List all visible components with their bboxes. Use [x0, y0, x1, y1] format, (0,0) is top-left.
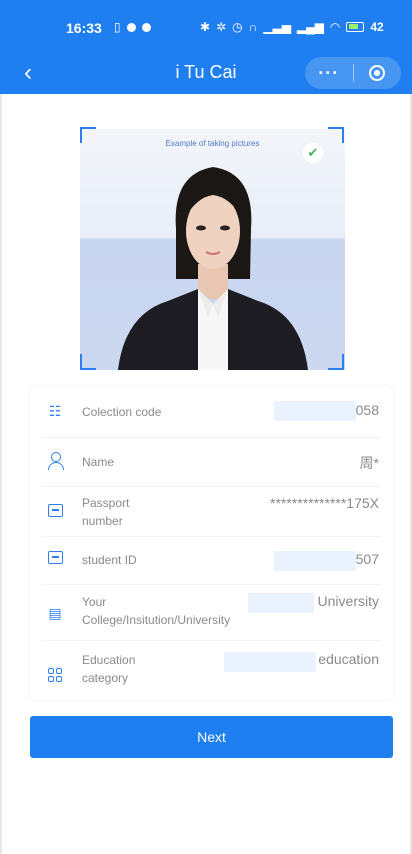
next-button[interactable]: Next	[30, 716, 393, 758]
redaction-mask	[224, 652, 316, 672]
info-label: Name	[82, 455, 115, 469]
notification-dot-icon	[126, 22, 136, 32]
hd-icon: ▯	[114, 20, 121, 34]
info-row-education: Education category education	[42, 641, 381, 697]
info-row-collection-code: ☷ Colection code 058	[42, 386, 381, 438]
close-button[interactable]	[353, 65, 401, 81]
info-row-student-id: student ID 507	[42, 537, 381, 585]
more-button[interactable]: ···	[305, 63, 353, 84]
notification-dot-icon	[141, 22, 151, 32]
status-notification-icons: ▯	[114, 20, 151, 34]
frame-corner	[80, 127, 96, 143]
redaction-mask	[248, 593, 314, 613]
battery-icon	[346, 22, 365, 32]
signal-icon: ▂▄▆	[296, 20, 324, 34]
category-grid-icon	[46, 661, 64, 682]
frame-corner	[328, 354, 344, 370]
id-card-icon	[46, 504, 64, 520]
redaction-mask	[274, 401, 356, 421]
mini-program-capsule: ···	[305, 57, 401, 89]
battery-percent: 42	[370, 20, 384, 34]
person-icon	[46, 452, 64, 471]
info-label: Colection code	[82, 405, 162, 419]
info-value: 507	[355, 551, 379, 567]
info-row-name: Name 周*	[42, 438, 381, 487]
info-card: ☷ Colection code 058 Name 周* Passport nu…	[30, 386, 393, 700]
target-icon	[369, 65, 386, 81]
info-label: Education category	[82, 653, 136, 685]
example-photo: Example of taking pictures ✔	[80, 129, 345, 370]
nfc-icon: ∩	[248, 20, 258, 34]
info-row-college: ▤ Your College/Insitution/University Uni…	[42, 585, 381, 641]
signal-icon: ▁▃▅	[263, 20, 291, 34]
wifi-icon: ◠	[329, 20, 341, 34]
info-label: Passport number	[82, 496, 130, 528]
info-value: University	[317, 593, 379, 609]
status-system-icons: ✱ ✲ ◷ ∩ ▁▃▅ ▂▄▆ ◠ 42	[200, 20, 384, 34]
status-bar: 16:33 ▯ ✱ ✲ ◷ ∩ ▁▃▅ ▂▄▆ ◠ 42	[0, 0, 412, 56]
barcode-icon: ☷	[48, 403, 62, 419]
more-dots-icon: ···	[318, 62, 340, 83]
frame-corner	[328, 127, 344, 143]
nav-bar: ‹ i Tu Cai ···	[0, 56, 412, 94]
bluetooth-icon: ✱	[200, 20, 211, 34]
student-id-icon	[46, 551, 64, 567]
building-icon: ▤	[48, 605, 62, 621]
status-time: 16:33	[66, 20, 102, 36]
info-label: student ID	[82, 553, 137, 567]
alarm-icon: ◷	[232, 20, 243, 34]
info-row-passport: Passport number **************175X	[42, 487, 381, 537]
info-label: Your College/Insitution/University	[82, 595, 231, 627]
portrait-image	[118, 167, 308, 370]
redaction-mask	[274, 551, 356, 571]
frame-corner	[80, 354, 96, 370]
info-value: 周*	[359, 455, 379, 471]
info-value: 058	[355, 402, 379, 418]
info-value: education	[318, 651, 379, 667]
info-value: **************175X	[270, 495, 379, 511]
mute-icon: ✲	[216, 20, 227, 34]
